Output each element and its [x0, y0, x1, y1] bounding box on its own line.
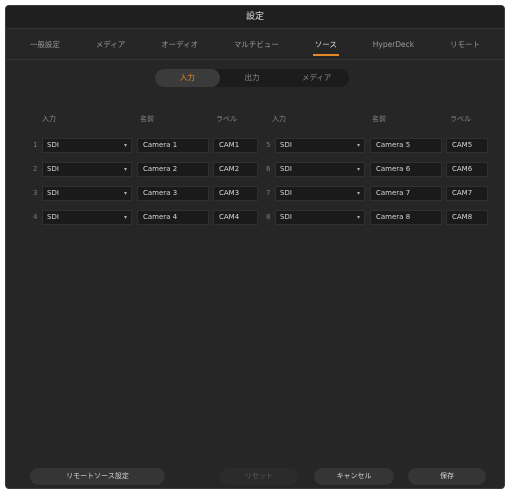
- window-title: 設定: [6, 6, 504, 29]
- segment-media[interactable]: メディア: [284, 69, 349, 87]
- right-name-header: 名前: [372, 115, 386, 123]
- name-field[interactable]: Camera 4: [137, 210, 209, 225]
- reset-button[interactable]: リセット: [220, 468, 298, 485]
- source-select[interactable]: SDI ▾: [275, 138, 365, 153]
- save-button[interactable]: 保存: [408, 468, 486, 485]
- source-select-value: SDI: [280, 165, 292, 173]
- left-name-header: 名前: [140, 115, 154, 123]
- chevron-down-icon: ▾: [356, 166, 360, 173]
- source-select[interactable]: SDI ▾: [275, 210, 365, 225]
- name-field[interactable]: Camera 7: [370, 186, 442, 201]
- tab-sources[interactable]: ソース: [311, 33, 341, 56]
- segment-output[interactable]: 出力: [220, 69, 285, 87]
- source-select[interactable]: SDI ▾: [42, 162, 132, 177]
- chevron-down-icon: ▾: [123, 190, 127, 197]
- source-select-value: SDI: [47, 189, 59, 197]
- left-input-header: 入力: [42, 115, 56, 123]
- source-select[interactable]: SDI ▾: [275, 162, 365, 177]
- row-number: 6: [266, 165, 271, 173]
- name-field[interactable]: Camera 6: [370, 162, 442, 177]
- row-number: 3: [33, 189, 38, 197]
- label-field[interactable]: CAM3: [213, 186, 258, 201]
- row-number: 2: [33, 165, 38, 173]
- label-field[interactable]: CAM1: [213, 138, 258, 153]
- label-field[interactable]: CAM6: [446, 162, 488, 177]
- chevron-down-icon: ▾: [356, 214, 360, 221]
- right-label-header: ラベル: [450, 115, 471, 123]
- source-select-value: SDI: [47, 165, 59, 173]
- chevron-down-icon: ▾: [356, 190, 360, 197]
- chevron-down-icon: ▾: [123, 142, 127, 149]
- tab-multiview[interactable]: マルチビュー: [230, 33, 283, 56]
- name-field[interactable]: Camera 1: [137, 138, 209, 153]
- chevron-down-icon: ▾: [123, 166, 127, 173]
- name-field[interactable]: Camera 2: [137, 162, 209, 177]
- cancel-button[interactable]: キャンセル: [314, 468, 394, 485]
- tab-media[interactable]: メディア: [92, 33, 129, 56]
- label-field[interactable]: CAM8: [446, 210, 488, 225]
- source-select[interactable]: SDI ▾: [275, 186, 365, 201]
- tab-general[interactable]: 一般設定: [26, 33, 64, 56]
- chevron-down-icon: ▾: [356, 142, 360, 149]
- row-number: 1: [33, 141, 38, 149]
- right-input-header: 入力: [272, 115, 286, 123]
- name-field[interactable]: Camera 5: [370, 138, 442, 153]
- chevron-down-icon: ▾: [123, 214, 127, 221]
- source-select-value: SDI: [280, 213, 292, 221]
- row-number: 4: [33, 213, 38, 221]
- settings-tabs: 一般設定 メディア オーディオ マルチビュー ソース HyperDeck リモー…: [6, 29, 504, 60]
- name-field[interactable]: Camera 8: [370, 210, 442, 225]
- row-number: 5: [266, 141, 271, 149]
- label-field[interactable]: CAM4: [213, 210, 258, 225]
- segment-input[interactable]: 入力: [155, 69, 220, 87]
- source-select[interactable]: SDI ▾: [42, 210, 132, 225]
- tab-remote[interactable]: リモート: [446, 33, 484, 56]
- tab-hyperdeck[interactable]: HyperDeck: [369, 34, 418, 55]
- left-label-header: ラベル: [216, 115, 237, 123]
- source-type-segmented-control: 入力 出力 メディア: [155, 69, 349, 87]
- label-field[interactable]: CAM5: [446, 138, 488, 153]
- row-number: 7: [266, 189, 271, 197]
- label-field[interactable]: CAM2: [213, 162, 258, 177]
- row-number: 8: [266, 213, 271, 221]
- source-select-value: SDI: [47, 213, 59, 221]
- tab-audio[interactable]: オーディオ: [157, 33, 202, 56]
- source-select[interactable]: SDI ▾: [42, 138, 132, 153]
- source-select[interactable]: SDI ▾: [42, 186, 132, 201]
- source-select-value: SDI: [280, 189, 292, 197]
- label-field[interactable]: CAM7: [446, 186, 488, 201]
- source-select-value: SDI: [280, 141, 292, 149]
- source-select-value: SDI: [47, 141, 59, 149]
- remote-source-settings-button[interactable]: リモートソース設定: [30, 468, 165, 485]
- name-field[interactable]: Camera 3: [137, 186, 209, 201]
